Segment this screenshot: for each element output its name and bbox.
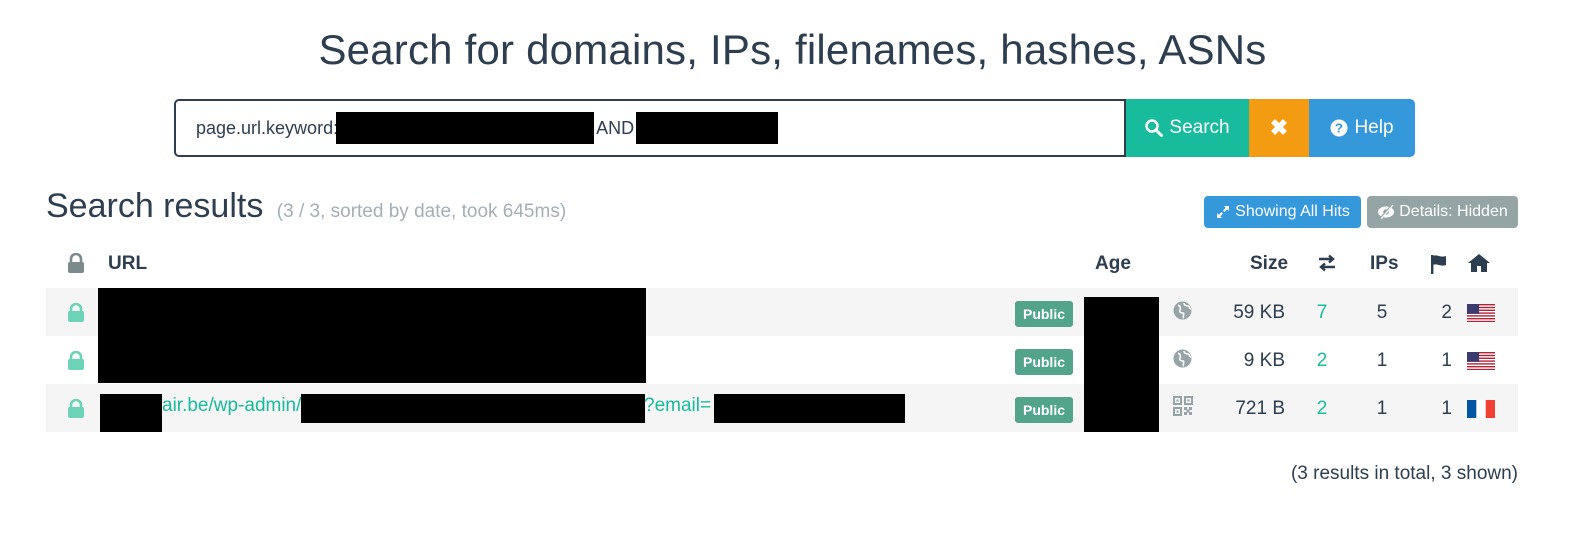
page-size: 59 KB [1233,302,1285,323]
results-title: Search results [46,187,264,225]
column-ips[interactable]: IPs [1370,253,1399,275]
table-header: URL Age Size IPs [46,240,1518,288]
flag-icon [1431,255,1446,274]
ip-count: 5 [1376,302,1388,323]
search-button-label: Search [1169,117,1230,138]
page-title: Search for domains, IPs, filenames, hash… [318,26,1267,73]
visibility-badge: Public [1015,397,1073,423]
expand-icon [1217,206,1230,218]
url-path[interactable]: air.be/wp-admin/ [162,395,301,417]
redacted-url[interactable] [98,336,646,383]
results-heading: Search results (3 / 3, sorted by date, t… [46,187,566,226]
fr-flag-icon [1467,400,1495,418]
table-row[interactable]: air.be/wp-admin/ ?email= Public 721 B 2 … [46,384,1518,432]
details-toggle-button[interactable]: Details: Hidden [1367,196,1518,228]
visibility-badge: Public [1015,349,1073,375]
help-button-label: Help [1354,117,1394,138]
column-url[interactable]: URL [108,253,147,275]
query-operator: AND [596,117,635,138]
details-toggle-label: Details: Hidden [1399,203,1508,220]
table-row[interactable]: Public 9 KB 2 1 1 [46,336,1518,384]
exchange-icon [1319,254,1335,272]
us-flag-icon [1467,352,1495,370]
url-query[interactable]: ?email= [644,395,711,417]
page-size: 9 KB [1243,350,1285,371]
lock-icon [68,399,84,418]
search-icon [1145,119,1164,137]
redacted-url-segment [301,394,645,423]
redacted-age [1084,384,1159,432]
help-button[interactable]: ? Help [1309,99,1415,157]
link-count[interactable]: 2 [1308,350,1336,372]
search-bar: page.url.keyword: AND Search ✖ ? Help [174,99,1415,157]
country-count: 1 [1441,350,1452,371]
country-count: 2 [1441,302,1452,323]
home-icon [1468,254,1490,272]
globe-icon [1173,349,1192,368]
ip-count: 1 [1376,350,1388,371]
page-size: 721 B [1235,398,1285,419]
redacted-url-host[interactable] [100,394,162,432]
link-count[interactable]: 2 [1308,398,1336,420]
results-table: URL Age Size IPs Public 59 KB 7 5 2 Publ… [46,240,1518,432]
qr-icon [1173,396,1193,416]
column-age[interactable]: Age [1095,253,1131,275]
lock-icon [68,351,84,370]
country-count: 1 [1441,398,1452,419]
lock-icon [68,303,84,322]
redacted-block [336,112,595,144]
globe-icon [1173,301,1192,320]
visibility-badge: Public [1015,301,1073,327]
us-flag-icon [1467,304,1495,322]
question-circle-icon: ? [1330,119,1348,137]
results-footer: (3 results in total, 3 shown) [1290,463,1518,484]
query-prefix: page.url.keyword: [196,117,339,138]
link-count[interactable]: 7 [1308,302,1336,324]
results-meta: (3 / 3, sorted by date, took 645ms) [276,201,567,222]
close-icon: ✖ [1269,115,1289,140]
redacted-age [1084,336,1159,384]
redacted-url[interactable] [98,288,646,336]
lock-icon [68,253,84,273]
showing-all-hits-label: Showing All Hits [1235,203,1350,220]
column-size[interactable]: Size [1250,253,1288,275]
search-button[interactable]: Search [1126,99,1249,157]
redacted-block [636,112,779,144]
clear-button[interactable]: ✖ [1249,99,1309,157]
table-row[interactable]: Public 59 KB 7 5 2 [46,288,1518,336]
ip-count: 1 [1376,398,1388,419]
svg-text:?: ? [1335,121,1343,136]
redacted-age [1084,297,1159,336]
redacted-email [714,394,905,423]
showing-all-hits-button[interactable]: Showing All Hits [1204,196,1361,228]
eye-slash-icon [1378,204,1395,220]
search-input[interactable]: page.url.keyword: AND [174,99,1126,157]
